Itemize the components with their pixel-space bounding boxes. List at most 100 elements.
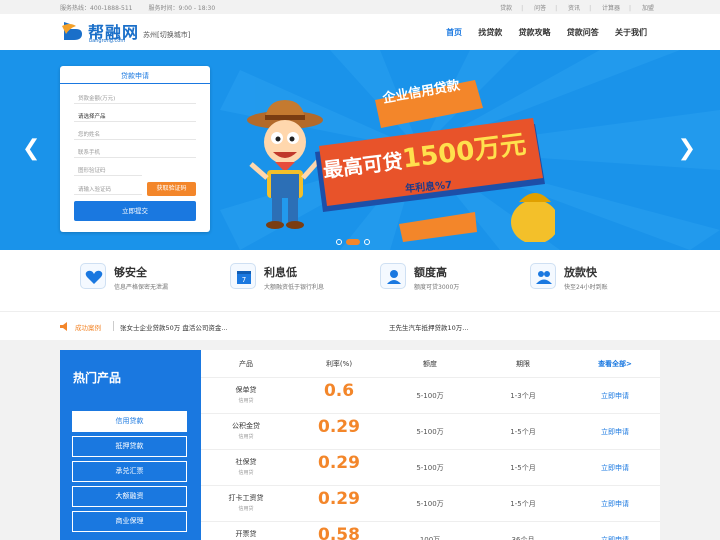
section-title: 热门产品 (73, 371, 122, 385)
product-name[interactable]: 公积金贷 (221, 421, 271, 431)
banner-prev-arrow-icon[interactable]: ❮ (22, 136, 40, 161)
top-bar: 服务热线：400-1888-511 服务时间：9:00 - 18:30 贷款 | … (0, 0, 720, 14)
product-select[interactable]: 请选择产品 (74, 109, 196, 122)
nav-find-loan[interactable]: 找贷款 (478, 27, 502, 38)
product-amount: 5-100万 (416, 464, 444, 472)
captcha-input[interactable]: 图形验证码 (74, 163, 142, 176)
product-type: 信用贷 (238, 470, 254, 476)
col-rate: 利率(%) (325, 360, 353, 368)
category-large-financing[interactable]: 大额融资 (72, 486, 187, 507)
apply-now-link[interactable]: 立即申请 (585, 463, 645, 473)
product-type: 信用贷 (238, 506, 254, 512)
speaker-icon (60, 322, 67, 331)
apply-now-link[interactable]: 立即申请 (585, 499, 645, 509)
category-mortgage-loan[interactable]: 抵押贷款 (72, 436, 187, 457)
ticker-label: 成功案例 (75, 324, 101, 332)
table-row: 公积金贷信用贷 0.29 5-100万 1-5个月 立即申请 (201, 413, 660, 449)
sms-code-input[interactable]: 请输入验证码 (74, 182, 142, 195)
loan-amount-input[interactable]: 贷款金额(万元) (74, 91, 196, 104)
product-type: 信用贷 (238, 398, 254, 404)
banner-dot-1[interactable] (336, 239, 342, 245)
product-term: 1-3个月 (510, 392, 536, 400)
get-sms-code-button[interactable]: 获取验证码 (147, 182, 196, 196)
category-acceptance-bill[interactable]: 承兑汇票 (72, 461, 187, 482)
product-amount: 5-100万 (416, 428, 444, 436)
success-cases-ticker: 成功案例 张女士企业贷款50万 盘活公司资金... 王先生汽车抵押贷款10万..… (0, 311, 720, 339)
apply-now-link[interactable]: 立即申请 (585, 391, 645, 401)
phone-input[interactable]: 联系手机 (74, 145, 196, 158)
product-rate: 0.29 (318, 417, 360, 437)
feature-desc: 快至24小时到账 (564, 284, 608, 291)
product-term: 1-5个月 (510, 464, 536, 472)
city-switcher[interactable]: 苏州[切换城市] (143, 30, 190, 40)
feature-high-limit: 额度高 额度可贷3000万 (380, 262, 530, 296)
feature-title: 额度高 (414, 266, 447, 279)
feature-title: 够安全 (114, 266, 147, 279)
apply-now-link[interactable]: 立即申请 (585, 535, 645, 540)
product-rate: 0.29 (318, 453, 360, 473)
apply-now-link[interactable]: 立即申请 (585, 427, 645, 437)
product-name[interactable]: 社保贷 (221, 457, 271, 467)
banner-dot-3[interactable] (364, 239, 370, 245)
form-divider (60, 83, 210, 84)
ticker-item[interactable]: 王先生汽车抵押贷款10万... (389, 322, 468, 332)
table-header: 产品 利率(%) 额度 期限 查看全部> (201, 350, 660, 377)
feature-safe: 够安全 信息严格保密无泄漏 (80, 262, 230, 296)
service-hours-text: 服务时间：9:00 - 18:30 (148, 5, 216, 12)
product-term: 1-5个月 (510, 500, 536, 508)
product-rate: 0.29 (318, 489, 360, 509)
users-icon (530, 263, 556, 289)
view-all-link[interactable]: 查看全部> (585, 359, 645, 369)
category-credit-loan[interactable]: 信用贷款 (72, 411, 187, 432)
svg-text:7: 7 (242, 276, 246, 284)
user-icon (380, 263, 406, 289)
nav-about[interactable]: 关于我们 (615, 27, 647, 38)
feature-title: 放款快 (564, 266, 597, 279)
top-link-calculator[interactable]: 计算器 (602, 5, 620, 12)
hotline-text: 服务热线：400-1888-511 (60, 5, 133, 12)
form-title: 贷款申请 (121, 72, 149, 80)
product-amount: 5-100万 (416, 392, 444, 400)
table-row: 打卡工资贷信用贷 0.29 5-100万 1-5个月 立即申请 (201, 485, 660, 521)
feature-title: 利息低 (264, 266, 297, 279)
banner-next-arrow-icon[interactable]: ❯ (678, 136, 696, 161)
product-amount: 5-100万 (416, 500, 444, 508)
top-link-join[interactable]: 加盟 (642, 5, 654, 12)
category-factoring[interactable]: 商业保理 (72, 511, 187, 532)
table-row: 保单贷信用贷 0.6 5-100万 1-3个月 立即申请 (201, 377, 660, 413)
product-rate: 0.6 (323, 381, 355, 401)
loan-application-form: 贷款申请 贷款金额(万元) 请选择产品 您的姓名 联系手机 图形验证码 请输入验… (60, 66, 210, 232)
nav-home[interactable]: 首页 (446, 27, 462, 38)
product-amount: 100万 (419, 536, 441, 540)
product-type: 信用贷 (238, 434, 254, 440)
logo-icon[interactable] (60, 20, 84, 42)
ticker-divider (113, 321, 114, 331)
submit-button[interactable]: 立即提交 (74, 201, 196, 221)
feature-low-interest: 7 利息低 大额融资低于银行利息 (230, 262, 380, 296)
ticker-item[interactable]: 张女士企业贷款50万 盘活公司资金... (120, 322, 228, 332)
col-product: 产品 (239, 360, 253, 368)
logo-subtext: bangrong.com (89, 38, 126, 44)
table-row: 开票贷 0.58 100万 36个月 立即申请 (201, 521, 660, 540)
product-category-sidebar: 热门产品 信用贷款 抵押贷款 承兑汇票 大额融资 商业保理 (60, 350, 201, 540)
banner-dot-2[interactable] (346, 239, 360, 245)
product-term: 36个月 (511, 536, 535, 540)
heart-shield-icon (80, 263, 106, 289)
cowboy-mascot-illustration (247, 100, 323, 229)
product-rate: 0.58 (318, 525, 360, 540)
nav-loan-qa[interactable]: 贷款问答 (567, 27, 599, 38)
top-link-loan[interactable]: 贷款 (500, 5, 512, 12)
product-table: 产品 利率(%) 额度 期限 查看全部> 保单贷信用贷 0.6 5-100万 1-3个… (201, 350, 660, 540)
calendar-icon: 7 (230, 263, 256, 289)
nav-loan-guide[interactable]: 贷款攻略 (519, 27, 551, 38)
feature-desc: 信息严格保密无泄漏 (114, 284, 169, 291)
name-input[interactable]: 您的姓名 (74, 127, 196, 140)
top-link-qa[interactable]: 问答 (534, 5, 546, 12)
product-term: 1-5个月 (510, 428, 536, 436)
col-term: 期限 (516, 360, 530, 368)
product-name[interactable]: 打卡工资贷 (221, 493, 271, 503)
col-amount: 额度 (423, 360, 437, 368)
top-link-news[interactable]: 资讯 (568, 5, 580, 12)
product-name[interactable]: 保单贷 (221, 385, 271, 395)
product-name[interactable]: 开票贷 (221, 529, 271, 539)
